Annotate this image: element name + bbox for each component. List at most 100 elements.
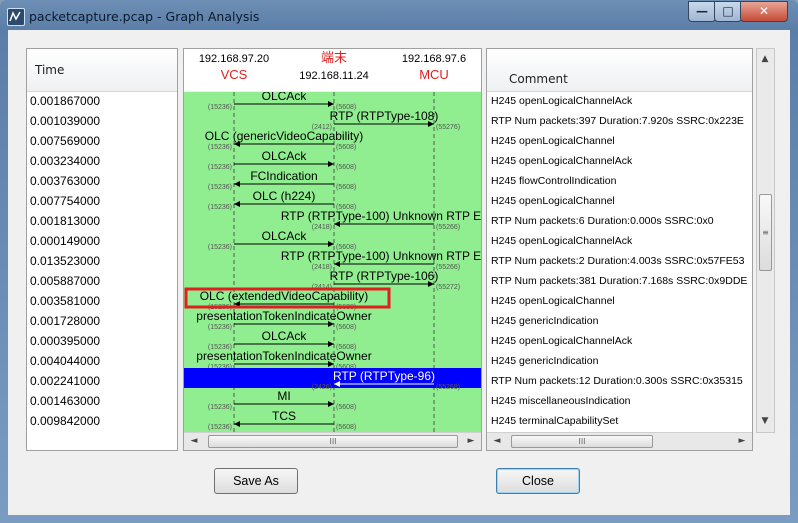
arrow-label: OLCAck <box>262 329 308 343</box>
time-row[interactable]: 0.001867000 <box>30 94 100 108</box>
right-port-label: (55268) <box>436 384 460 391</box>
arrow-head <box>328 241 334 247</box>
time-row[interactable]: 0.007569000 <box>30 134 100 148</box>
comment-horizontal-scrollbar[interactable]: ◄ III ► <box>487 432 752 450</box>
node-ip: 192.168.97.20 <box>199 53 269 65</box>
left-port-label: (15236) <box>208 104 232 111</box>
graph-canvas[interactable]: OLCAck (15236) (5608) RTP (RTPType-108) (241… <box>184 92 481 432</box>
dialog-body: Time 0.001867000 0.001039000 0.007569000 0.… <box>8 30 790 515</box>
scroll-left-arrow-icon[interactable]: ◄ <box>186 433 202 449</box>
right-port-label: (55276) <box>436 124 460 131</box>
node-label: VCS <box>221 67 248 82</box>
comment-row[interactable]: RTP Num packets:6 Duration:0.000s SSRC:0… <box>491 215 749 227</box>
comment-row[interactable]: RTP Num packets:12 Duration:0.300s SSRC:… <box>491 375 749 387</box>
close-window-button[interactable]: ✕ <box>740 1 788 22</box>
comment-row[interactable]: H245 openLogicalChannel <box>491 135 749 147</box>
comment-row[interactable]: H245 terminalCapabilitySet <box>491 415 749 427</box>
graph-panel[interactable]: 192.168.97.20 VCS 192.168.11.24 端末 192.168.9… <box>183 48 482 451</box>
message-arrow[interactable]: presentationTokenIndicateOwner(15236) (56… <box>196 349 371 371</box>
right-port-label: (5608) <box>336 164 356 171</box>
comment-row[interactable]: H245 openLogicalChannel <box>491 195 749 207</box>
node-ip: 192.168.97.6 <box>402 53 466 65</box>
comment-row[interactable]: RTP Num packets:2 Duration:4.003s SSRC:0… <box>491 255 749 267</box>
time-row[interactable]: 0.000149000 <box>30 234 100 248</box>
comment-row[interactable]: H245 openLogicalChannel <box>491 295 749 307</box>
left-port-label: (2426) <box>312 384 332 391</box>
left-port-label: (15236) <box>208 204 232 211</box>
left-port-label: (15236) <box>208 404 232 411</box>
arrow-label: OLC (genericVideoCapability) <box>205 129 364 143</box>
message-arrow[interactable]: OLC (extendedVideoCapability)(15236) (560… <box>184 287 391 311</box>
scroll-thumb[interactable]: III <box>511 435 653 448</box>
comment-row[interactable]: H245 genericIndication <box>491 315 749 327</box>
right-port-label: (55266) <box>436 264 460 271</box>
arrow-head <box>328 401 334 407</box>
time-row[interactable]: 0.005887000 <box>30 274 100 288</box>
left-port-label: (15236) <box>208 324 232 331</box>
message-arrow[interactable]: RTP (RTPType-100) Unknown RTP Ev(2418) (5… <box>281 209 481 231</box>
arrow-label: RTP (RTPType-108) <box>330 109 439 123</box>
time-row[interactable]: 0.003763000 <box>30 174 100 188</box>
message-arrow[interactable]: RTP (RTPType-100) Unknown RTP Ev(2418) (5… <box>281 249 481 271</box>
time-row[interactable]: 0.001728000 <box>30 314 100 328</box>
graph-header: 192.168.97.20 VCS 192.168.11.24 端末 192.168.9… <box>184 49 481 91</box>
comment-row[interactable]: H245 openLogicalChannelAck <box>491 95 749 107</box>
arrow-label: RTP (RTPType-100) Unknown RTP Ev <box>281 249 481 263</box>
time-header-label: Time <box>35 63 65 77</box>
time-row[interactable]: 0.001039000 <box>30 114 100 128</box>
vertical-scrollbar[interactable]: ▲ ≡ ▼ <box>756 48 775 433</box>
graph-horizontal-scrollbar[interactable]: ◄ III ► <box>184 432 481 450</box>
time-row[interactable]: 0.003581000 <box>30 294 100 308</box>
time-row[interactable]: 0.002241000 <box>30 374 100 388</box>
app-icon <box>7 8 25 26</box>
right-port-label: (5608) <box>336 404 356 411</box>
scroll-thumb[interactable]: III <box>208 435 458 448</box>
message-arrow[interactable]: OLCAck (15236) (5608) <box>208 149 356 171</box>
maximize-button[interactable]: □ <box>714 1 742 22</box>
time-row[interactable]: 0.000395000 <box>30 334 100 348</box>
time-row[interactable]: 0.013523000 <box>30 254 100 268</box>
scroll-down-arrow-icon[interactable]: ▼ <box>757 413 773 429</box>
comment-row[interactable]: H245 miscellaneousIndication <box>491 395 749 407</box>
comment-row[interactable]: RTP Num packets:381 Duration:7.168s SSRC… <box>491 275 749 287</box>
comment-header-label: Comment <box>509 72 568 86</box>
comment-header: Comment <box>487 49 752 92</box>
left-port-label: (15236) <box>208 144 232 151</box>
left-port-label: (15236) <box>208 424 232 431</box>
comment-row[interactable]: H245 openLogicalChannelAck <box>491 335 749 347</box>
scroll-thumb[interactable]: ≡ <box>759 194 772 271</box>
message-arrow[interactable]: TCS (15236) (5608) <box>208 409 356 431</box>
arrow-head <box>328 101 334 107</box>
message-arrow[interactable]: presentationTokenIndicateOwner(15236) (56… <box>196 309 371 331</box>
graph-analysis-window: packetcapture.pcap - Graph Analysis — □ … <box>0 0 798 523</box>
window-frame-bottom <box>0 515 798 523</box>
scroll-left-arrow-icon[interactable]: ◄ <box>489 433 505 449</box>
comment-panel[interactable]: Comment H245 openLogicalChannelAck RTP Nu… <box>486 48 753 451</box>
arrow-head <box>234 181 240 187</box>
scroll-right-arrow-icon[interactable]: ► <box>734 433 750 449</box>
comment-row[interactable]: H245 genericIndication <box>491 355 749 367</box>
scroll-up-arrow-icon[interactable]: ▲ <box>757 51 773 67</box>
close-button[interactable]: Close <box>496 468 580 494</box>
message-arrow[interactable]: RTP (RTPType-96)(2426) (55268) <box>184 368 481 391</box>
time-row[interactable]: 0.007754000 <box>30 194 100 208</box>
comment-row[interactable]: H245 openLogicalChannelAck <box>491 235 749 247</box>
right-port-label: (5608) <box>336 424 356 431</box>
title-bar[interactable]: packetcapture.pcap - Graph Analysis — □ … <box>0 0 798 30</box>
minimize-button[interactable]: — <box>688 1 716 22</box>
message-arrow[interactable]: OLC (genericVideoCapability)(15236) (5608… <box>205 129 364 151</box>
save-as-button[interactable]: Save As <box>214 468 298 494</box>
scroll-right-arrow-icon[interactable]: ► <box>463 433 479 449</box>
comment-row[interactable]: H245 openLogicalChannelAck <box>491 155 749 167</box>
time-row[interactable]: 0.009842000 <box>30 414 100 428</box>
time-row[interactable]: 0.003234000 <box>30 154 100 168</box>
time-row[interactable]: 0.001813000 <box>30 214 100 228</box>
arrow-label: presentationTokenIndicateOwner <box>196 309 371 323</box>
comment-row[interactable]: RTP Num packets:397 Duration:7.920s SSRC… <box>491 115 749 127</box>
time-row[interactable]: 0.004044000 <box>30 354 100 368</box>
time-row[interactable]: 0.001463000 <box>30 394 100 408</box>
time-panel[interactable]: Time 0.001867000 0.001039000 0.007569000 0.… <box>26 48 178 451</box>
left-port-label: (2418) <box>312 224 332 231</box>
arrow-label: OLCAck <box>262 92 308 103</box>
comment-row[interactable]: H245 flowControlIndication <box>491 175 749 187</box>
